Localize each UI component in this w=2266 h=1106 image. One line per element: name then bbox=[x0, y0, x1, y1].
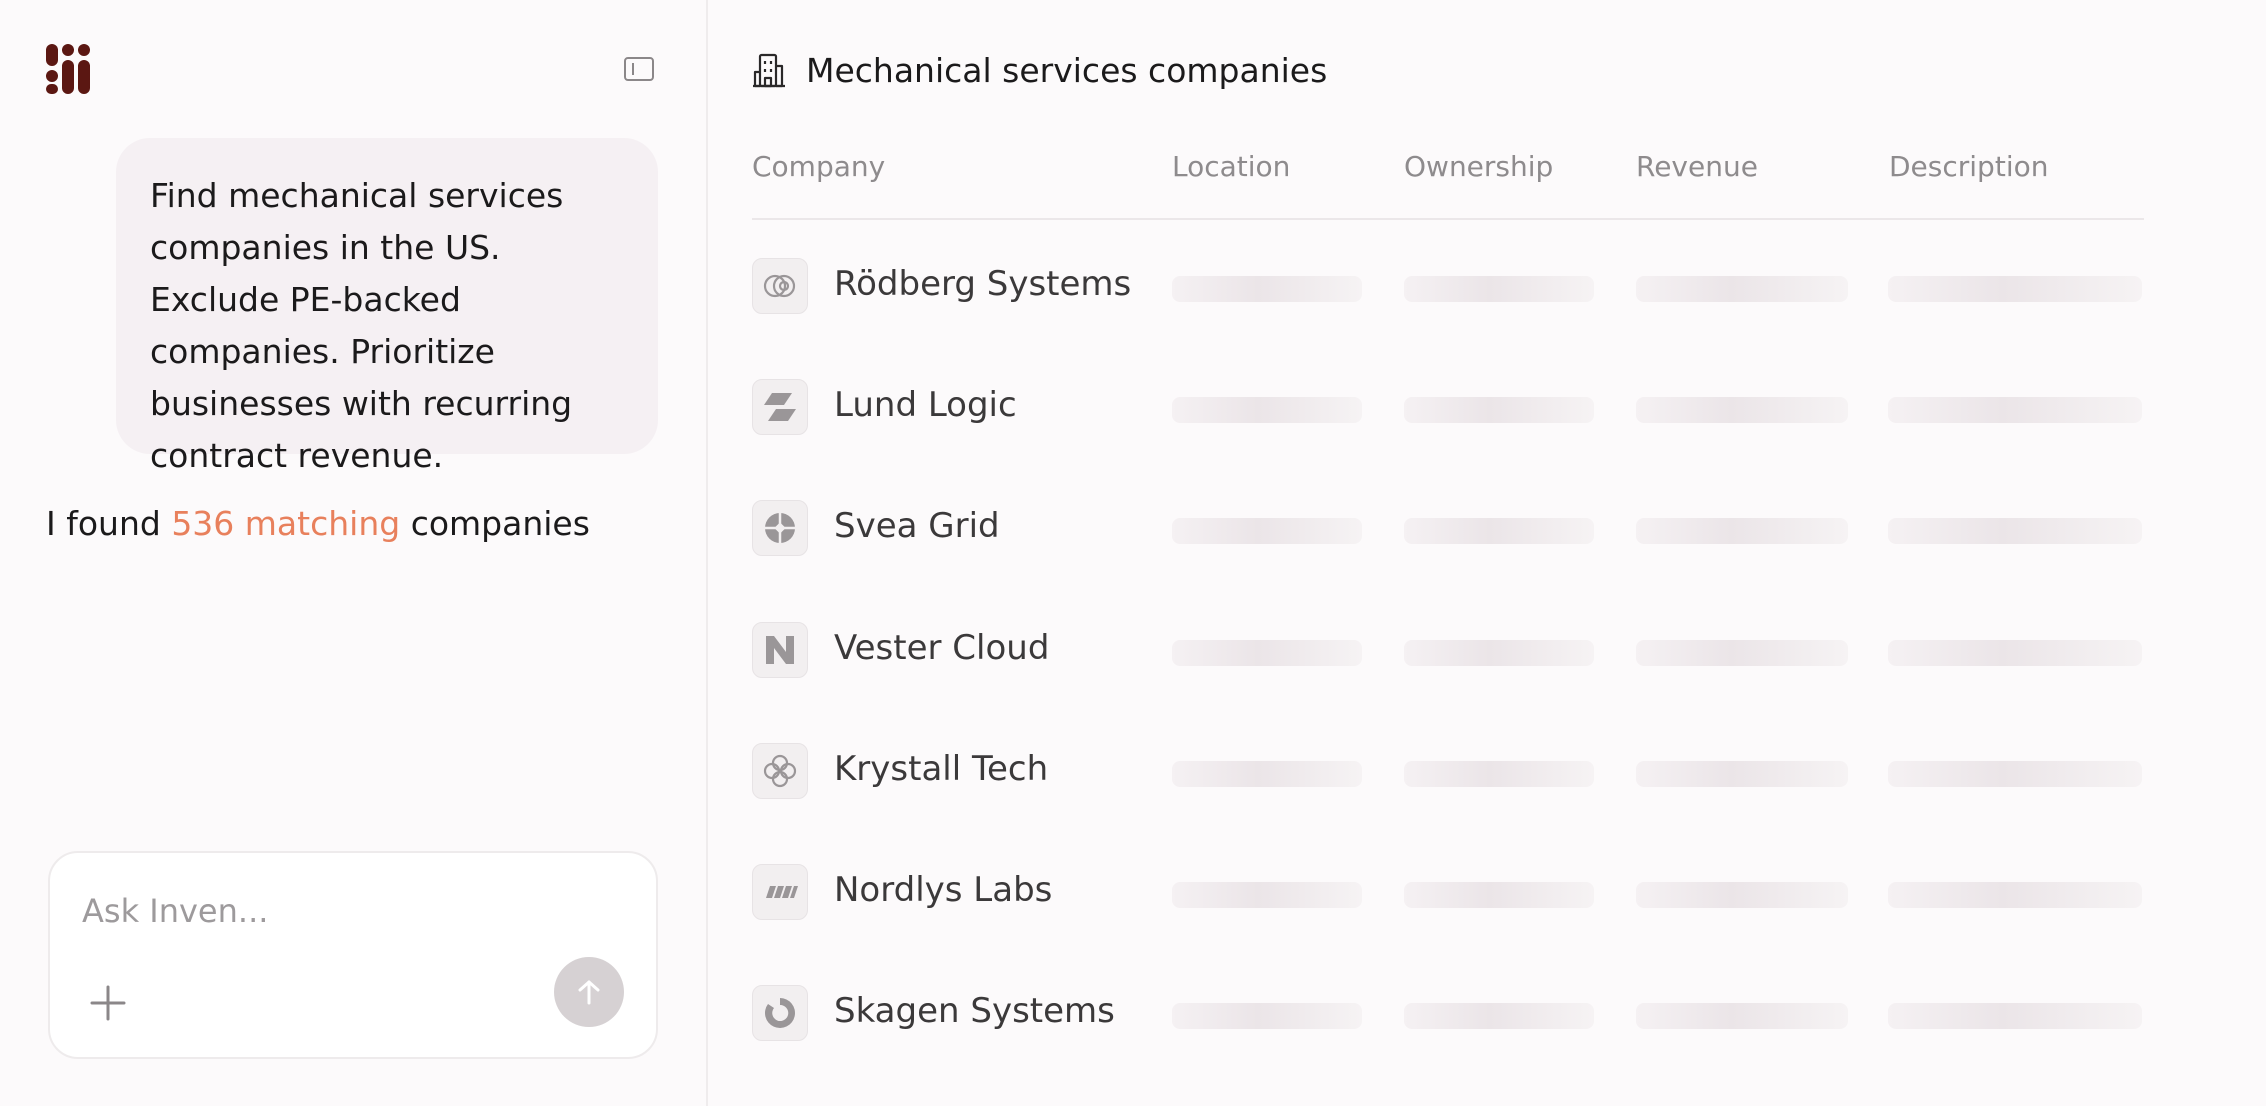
assistant-reply: I found 536 matching companies bbox=[46, 498, 666, 550]
table-row[interactable]: Vester Cloud bbox=[752, 612, 2144, 692]
company-name[interactable]: Skagen Systems bbox=[834, 991, 1115, 1031]
chat-panel: Find mechanical services companies in th… bbox=[0, 0, 708, 1106]
app-logo-icon[interactable] bbox=[46, 44, 96, 94]
revenue-placeholder bbox=[1636, 276, 1848, 302]
reply-suffix: companies bbox=[410, 504, 590, 543]
location-placeholder bbox=[1172, 518, 1362, 544]
ownership-placeholder bbox=[1404, 397, 1594, 423]
rings-logo-icon bbox=[752, 258, 808, 314]
panel-title: Mechanical services companies bbox=[806, 50, 1328, 90]
company-name[interactable]: Svea Grid bbox=[834, 506, 1000, 546]
description-placeholder bbox=[1888, 518, 2142, 544]
clover-logo-icon bbox=[752, 743, 808, 799]
table-row[interactable]: Skagen Systems bbox=[752, 975, 2144, 1055]
ownership-placeholder bbox=[1404, 518, 1594, 544]
table-row[interactable]: Lund Logic bbox=[752, 369, 2144, 449]
sidebar-toggle-icon[interactable] bbox=[624, 57, 654, 81]
match-count-link[interactable]: 536 matching bbox=[171, 504, 400, 543]
description-placeholder bbox=[1888, 761, 2142, 787]
location-placeholder bbox=[1172, 276, 1362, 302]
company-name[interactable]: Nordlys Labs bbox=[834, 870, 1052, 910]
column-header-revenue[interactable]: Revenue bbox=[1636, 150, 1758, 183]
ownership-placeholder bbox=[1404, 640, 1594, 666]
column-header-location[interactable]: Location bbox=[1172, 150, 1290, 183]
column-header-description[interactable]: Description bbox=[1889, 150, 2048, 183]
location-placeholder bbox=[1172, 882, 1362, 908]
company-name[interactable]: Rödberg Systems bbox=[834, 264, 1131, 304]
description-placeholder bbox=[1888, 882, 2142, 908]
user-message-text: Find mechanical services companies in th… bbox=[150, 176, 573, 475]
n-mark-logo-icon bbox=[752, 622, 808, 678]
aperture-logo-icon bbox=[752, 500, 808, 556]
description-placeholder bbox=[1888, 1003, 2142, 1029]
stacked-slabs-logo-icon bbox=[752, 379, 808, 435]
reply-prefix: I found bbox=[46, 504, 161, 543]
composer bbox=[48, 851, 658, 1059]
ask-input[interactable] bbox=[82, 889, 622, 933]
user-message-bubble: Find mechanical services companies in th… bbox=[116, 138, 658, 475]
company-name[interactable]: Vester Cloud bbox=[834, 628, 1049, 668]
revenue-placeholder bbox=[1636, 397, 1848, 423]
description-placeholder bbox=[1888, 640, 2142, 666]
building-icon bbox=[753, 53, 785, 88]
location-placeholder bbox=[1172, 1003, 1362, 1029]
arrow-up-icon bbox=[578, 980, 600, 1005]
location-placeholder bbox=[1172, 640, 1362, 666]
description-placeholder bbox=[1888, 276, 2142, 302]
app: Find mechanical services companies in th… bbox=[0, 0, 2266, 1106]
revenue-placeholder bbox=[1636, 518, 1848, 544]
table-row[interactable]: Rödberg Systems bbox=[752, 248, 2144, 328]
ownership-placeholder bbox=[1404, 761, 1594, 787]
add-attachment-icon[interactable] bbox=[88, 983, 128, 1023]
column-header-company[interactable]: Company bbox=[752, 150, 885, 183]
swirl-logo-icon bbox=[752, 985, 808, 1041]
table-header: Company Location Ownership Revenue Descr… bbox=[752, 146, 2144, 220]
ownership-placeholder bbox=[1404, 1003, 1594, 1029]
company-name[interactable]: Krystall Tech bbox=[834, 749, 1048, 789]
slanted-stripes-logo-icon bbox=[752, 864, 808, 920]
ownership-placeholder bbox=[1404, 276, 1594, 302]
company-name[interactable]: Lund Logic bbox=[834, 385, 1017, 425]
description-placeholder bbox=[1888, 397, 2142, 423]
table-row[interactable]: Krystall Tech bbox=[752, 733, 2144, 813]
location-placeholder bbox=[1172, 761, 1362, 787]
revenue-placeholder bbox=[1636, 1003, 1848, 1029]
panel-header: Mechanical services companies bbox=[752, 48, 1327, 92]
revenue-placeholder bbox=[1636, 882, 1848, 908]
revenue-placeholder bbox=[1636, 761, 1848, 787]
revenue-placeholder bbox=[1636, 640, 1848, 666]
table-row[interactable]: Svea Grid bbox=[752, 490, 2144, 570]
column-header-ownership[interactable]: Ownership bbox=[1404, 150, 1553, 183]
results-panel: Mechanical services companies Company Lo… bbox=[708, 0, 2188, 1106]
table-row[interactable]: Nordlys Labs bbox=[752, 854, 2144, 934]
location-placeholder bbox=[1172, 397, 1362, 423]
ownership-placeholder bbox=[1404, 882, 1594, 908]
send-button[interactable] bbox=[554, 957, 624, 1027]
